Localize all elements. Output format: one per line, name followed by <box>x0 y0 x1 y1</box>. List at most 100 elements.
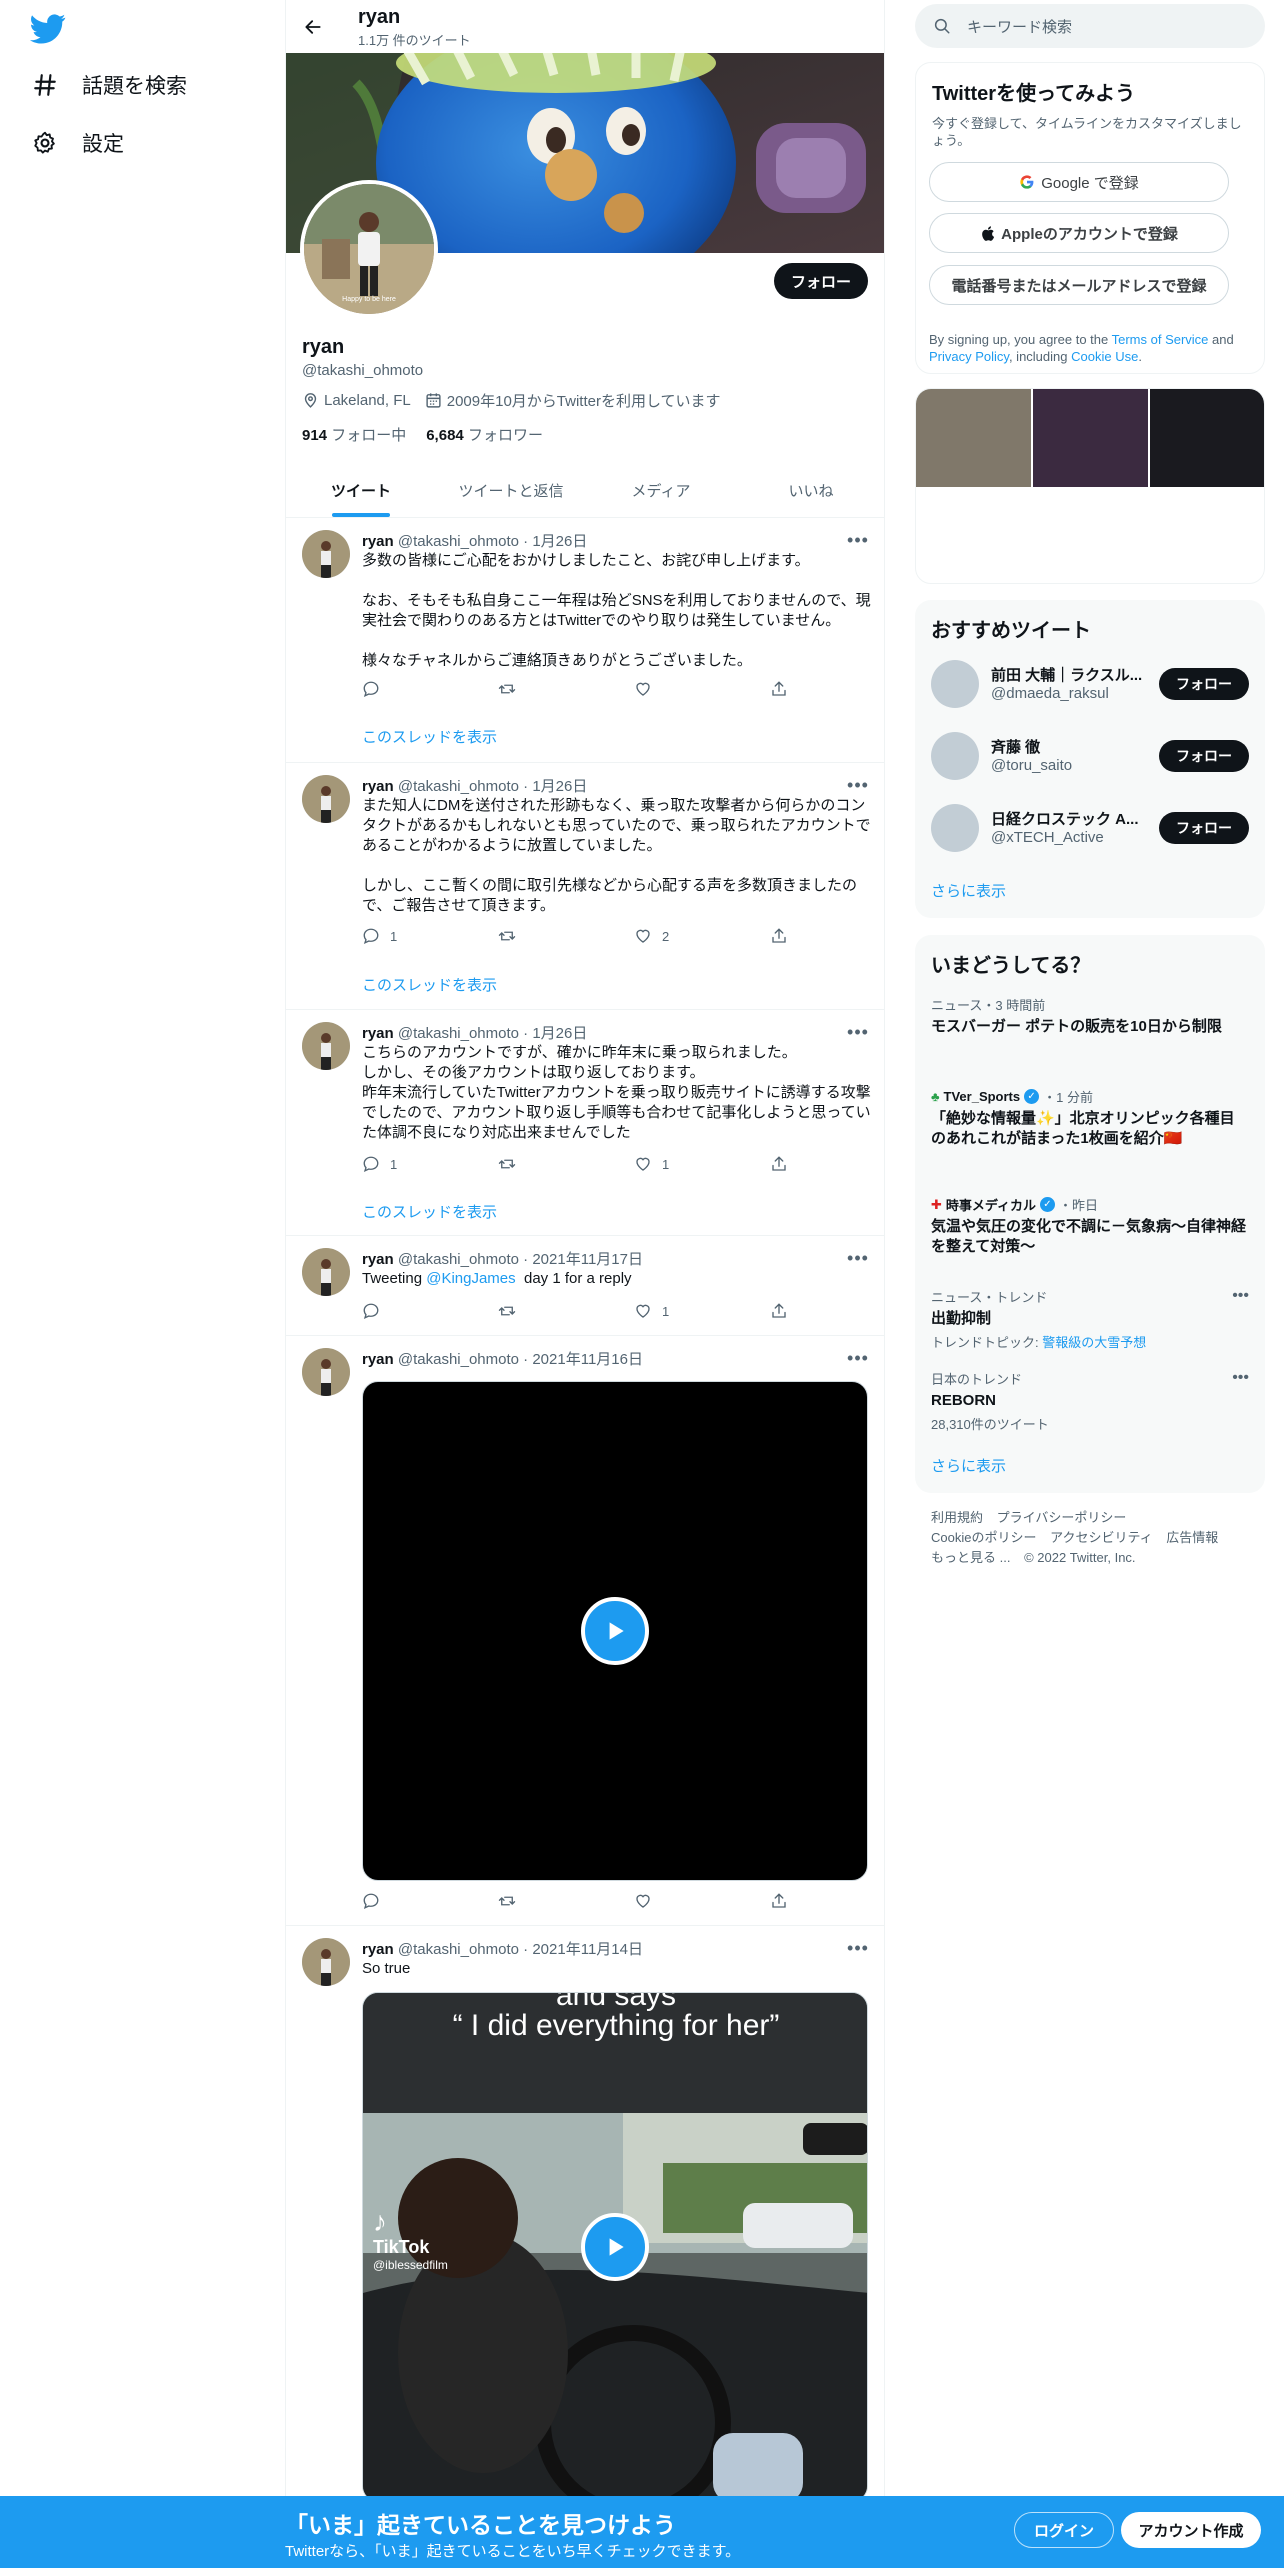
tweet-avatar[interactable] <box>302 1248 350 1296</box>
follow-user-button[interactable]: フォロー <box>1159 812 1249 844</box>
tweet-author-handle[interactable]: @takashi_ohmoto <box>398 1941 519 1958</box>
tweet-date[interactable]: 1月26日 <box>532 778 587 795</box>
create-account-button[interactable]: アカウント作成 <box>1121 2512 1261 2548</box>
tweet-avatar[interactable] <box>302 530 350 578</box>
who-to-follow-item[interactable]: 前田 大輔｜ラクスル... @dmaeda_raksul フォロー <box>931 656 1249 712</box>
who-to-follow-item[interactable]: 斉藤 徹 @toru_saito フォロー <box>931 728 1249 784</box>
tweet-avatar[interactable] <box>302 1022 350 1070</box>
tweet-author-handle[interactable]: @takashi_ohmoto <box>398 533 519 550</box>
reply-button[interactable] <box>362 1302 442 1320</box>
retweet-button[interactable] <box>498 1155 578 1173</box>
reply-button[interactable] <box>362 1892 442 1910</box>
footer-link-cookie[interactable]: Cookieのポリシー <box>931 1530 1036 1545</box>
like-button[interactable] <box>634 680 714 698</box>
privacy-link[interactable]: Privacy Policy <box>929 349 1009 364</box>
reply-button[interactable] <box>362 680 442 698</box>
following-link[interactable]: 914 フォロー中 <box>302 424 406 445</box>
tweet-author-name[interactable]: ryan <box>362 778 394 795</box>
show-thread-link[interactable]: このスレッドを表示 <box>362 726 497 747</box>
like-button[interactable]: 2 <box>634 927 714 945</box>
profile-avatar[interactable]: Happy to be here <box>300 180 438 318</box>
like-button[interactable] <box>634 1892 714 1910</box>
reply-button[interactable]: 1 <box>362 1155 442 1173</box>
back-button[interactable] <box>298 12 328 42</box>
more-options-icon[interactable]: ••• <box>1232 1369 1249 1387</box>
tab-tweets[interactable]: ツイート <box>286 465 436 517</box>
tweet-author-name[interactable]: ryan <box>362 1941 394 1958</box>
followers-link[interactable]: 6,684 フォロワー <box>426 424 543 445</box>
tweet-author-handle[interactable]: @takashi_ohmoto <box>398 1351 519 1368</box>
footer-link-terms[interactable]: 利用規約 <box>931 1510 983 1525</box>
tweet-date[interactable]: 2021年11月17日 <box>532 1251 643 1268</box>
login-button[interactable]: ログイン <box>1014 2512 1114 2548</box>
tab-media[interactable]: メディア <box>586 465 736 517</box>
share-button[interactable] <box>770 1892 790 1910</box>
trend-item[interactable]: 日本のトレンド REBORN 28,310件のツイート ••• <box>931 1369 1249 1433</box>
who-show-more-link[interactable]: さらに表示 <box>931 880 1006 901</box>
trend-topic-link[interactable]: 警報級の大雪予想 <box>1042 1335 1146 1350</box>
tweet-author-handle[interactable]: @takashi_ohmoto <box>398 1251 519 1268</box>
tweet-author-name[interactable]: ryan <box>362 1025 394 1042</box>
tweet-author-name[interactable]: ryan <box>362 533 394 550</box>
search-box[interactable]: キーワード検索 <box>915 4 1265 48</box>
tweet-author-name[interactable]: ryan <box>362 1251 394 1268</box>
tweet-avatar[interactable] <box>302 1938 350 1986</box>
trend-item[interactable]: ♣ TVer_Sports ✓ ・1 分前 「絶妙な情報量✨」北京オリンピック各… <box>931 1087 1249 1149</box>
tweet-date[interactable]: 2021年11月16日 <box>532 1351 643 1368</box>
nav-settings[interactable]: 設定 <box>32 128 124 158</box>
show-thread-link[interactable]: このスレッドを表示 <box>362 974 497 995</box>
play-button[interactable] <box>581 1597 649 1665</box>
show-thread-link[interactable]: このスレッドを表示 <box>362 1201 497 1222</box>
tweet-date[interactable]: 2021年11月14日 <box>532 1941 643 1958</box>
media-thumbnail[interactable] <box>916 389 1031 487</box>
trend-item[interactable]: ニュース・3 時間前 モスバーガー ポテトの販売を10日から制限 <box>931 995 1249 1037</box>
tweet[interactable]: ryan @takashi_ohmoto · 2021年11月16日 ••• <box>286 1336 884 1926</box>
tweet[interactable]: ryan @takashi_ohmoto · 1月26日 ••• また知人にDM… <box>286 763 884 1010</box>
phone-email-signup-button[interactable]: 電話番号またはメールアドレスで登録 <box>929 265 1229 305</box>
cookie-link[interactable]: Cookie Use <box>1071 349 1138 364</box>
footer-link-privacy[interactable]: プライバシーポリシー <box>997 1510 1127 1525</box>
follow-button[interactable]: フォロー <box>774 263 868 299</box>
tweet-avatar[interactable] <box>302 775 350 823</box>
media-thumbnail[interactable] <box>1150 389 1264 487</box>
retweet-button[interactable] <box>498 680 578 698</box>
tweet-date[interactable]: 1月26日 <box>532 1025 587 1042</box>
more-options-icon[interactable]: ••• <box>846 1020 870 1044</box>
more-options-icon[interactable]: ••• <box>846 1936 870 1960</box>
follow-user-button[interactable]: フォロー <box>1159 668 1249 700</box>
tweet[interactable]: ryan @takashi_ohmoto · 1月26日 ••• 多数の皆様にご… <box>286 518 884 763</box>
play-button[interactable] <box>581 2213 649 2281</box>
footer-link-accessibility[interactable]: アクセシビリティ <box>1050 1530 1153 1545</box>
retweet-button[interactable] <box>498 1302 578 1320</box>
user-avatar[interactable] <box>931 732 979 780</box>
more-options-icon[interactable]: ••• <box>1232 1287 1249 1305</box>
tweet[interactable]: ryan @takashi_ohmoto · 2021年11月14日 ••• S… <box>286 1926 884 2568</box>
retweet-button[interactable] <box>498 1892 578 1910</box>
footer-link-more[interactable]: もっと見る ... <box>931 1550 1010 1565</box>
tweet-author-handle[interactable]: @takashi_ohmoto <box>398 778 519 795</box>
nav-explore[interactable]: 話題を検索 <box>32 70 187 100</box>
trends-show-more-link[interactable]: さらに表示 <box>931 1455 1006 1476</box>
who-to-follow-item[interactable]: 日経クロステック A... @xTECH_Active フォロー <box>931 800 1249 856</box>
user-avatar[interactable] <box>931 804 979 852</box>
tweet-video[interactable]: and says “ I did everything for her” ♪ T… <box>362 1992 868 2502</box>
tweet-avatar[interactable] <box>302 1348 350 1396</box>
share-button[interactable] <box>770 927 790 945</box>
tab-likes[interactable]: いいね <box>736 465 884 517</box>
user-avatar[interactable] <box>931 660 979 708</box>
retweet-button[interactable] <box>498 927 578 945</box>
footer-link-ads[interactable]: 広告情報 <box>1166 1530 1218 1545</box>
more-options-icon[interactable]: ••• <box>846 773 870 797</box>
terms-link[interactable]: Terms of Service <box>1112 332 1209 347</box>
tweet-author-handle[interactable]: @takashi_ohmoto <box>398 1025 519 1042</box>
mention-link[interactable]: @KingJames <box>426 1270 515 1287</box>
more-options-icon[interactable]: ••• <box>846 528 870 552</box>
trend-item[interactable]: ✚ 時事メディカル ✓ ・昨日 気温や気圧の変化で不調に－気象病～自律神経を整え… <box>931 1195 1249 1257</box>
tweet[interactable]: ryan @takashi_ohmoto · 1月26日 ••• こちらのアカウ… <box>286 1010 884 1236</box>
like-button[interactable]: 1 <box>634 1155 714 1173</box>
trend-item[interactable]: ニュース・トレンド 出勤抑制 トレンドトピック: 警報級の大雪予想 ••• <box>931 1287 1249 1351</box>
like-button[interactable]: 1 <box>634 1302 714 1320</box>
reply-button[interactable]: 1 <box>362 927 442 945</box>
media-thumbnail[interactable] <box>1033 389 1148 487</box>
tweet[interactable]: ryan @takashi_ohmoto · 2021年11月17日 ••• T… <box>286 1236 884 1336</box>
